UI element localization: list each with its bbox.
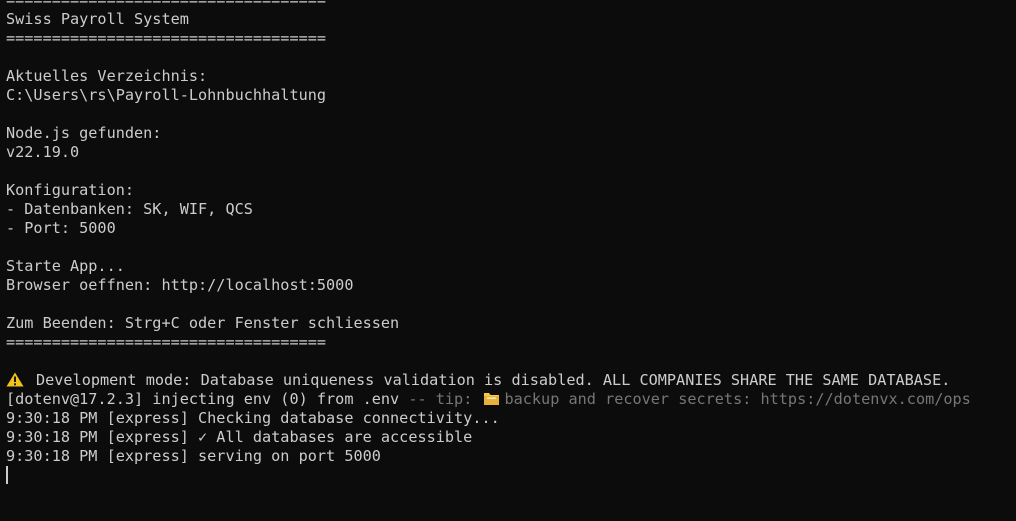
config-label: Konfiguration: (6, 181, 135, 199)
app-title: Swiss Payroll System (6, 10, 189, 28)
quit-instructions: Zum Beenden: Strg+C oder Fenster schlies… (6, 314, 400, 332)
node-version: v22.19.0 (6, 143, 80, 161)
separator-line: =================================== (6, 29, 327, 47)
dotenv-message: [dotenv@17.2.3] injecting env (0) from .… (6, 390, 400, 408)
warning-text: Development mode: Database uniqueness va… (36, 371, 951, 389)
dotenv-tip-prefix: -- tip: (399, 390, 482, 408)
start-message: Starte App... (6, 257, 125, 275)
cwd-value: C:\Users\rs\Payroll-Lohnbuchhaltung (6, 86, 327, 104)
warning-line: Development mode: Database uniqueness va… (6, 371, 1016, 390)
config-databases: - Datenbanken: SK, WIF, QCS (6, 200, 253, 218)
log-line: 9:30:18 PM [express] serving on port 500… (6, 447, 381, 465)
folder-icon (483, 391, 500, 406)
dotenv-line: [dotenv@17.2.3] injecting env (0) from .… (6, 390, 1016, 409)
separator-line: =================================== (6, 0, 327, 9)
cwd-label: Aktuelles Verzeichnis: (6, 67, 208, 85)
browser-url-line: Browser oeffnen: http://localhost:5000 (6, 276, 354, 294)
log-line: 9:30:18 PM [express] Checking database c… (6, 409, 500, 427)
dotenv-tip-text: backup and recover secrets: https://dote… (504, 390, 971, 408)
separator-line: =================================== (6, 333, 327, 351)
terminal-output: =================================== Swis… (6, 0, 1016, 485)
warning-icon (6, 372, 24, 387)
prompt-line[interactable] (6, 466, 1016, 485)
text-cursor (6, 466, 8, 484)
log-line: 9:30:18 PM [express] ✓ All databases are… (6, 428, 473, 446)
terminal-window[interactable]: =================================== Swis… (0, 0, 1016, 521)
node-label: Node.js gefunden: (6, 124, 162, 142)
config-port: - Port: 5000 (6, 219, 116, 237)
